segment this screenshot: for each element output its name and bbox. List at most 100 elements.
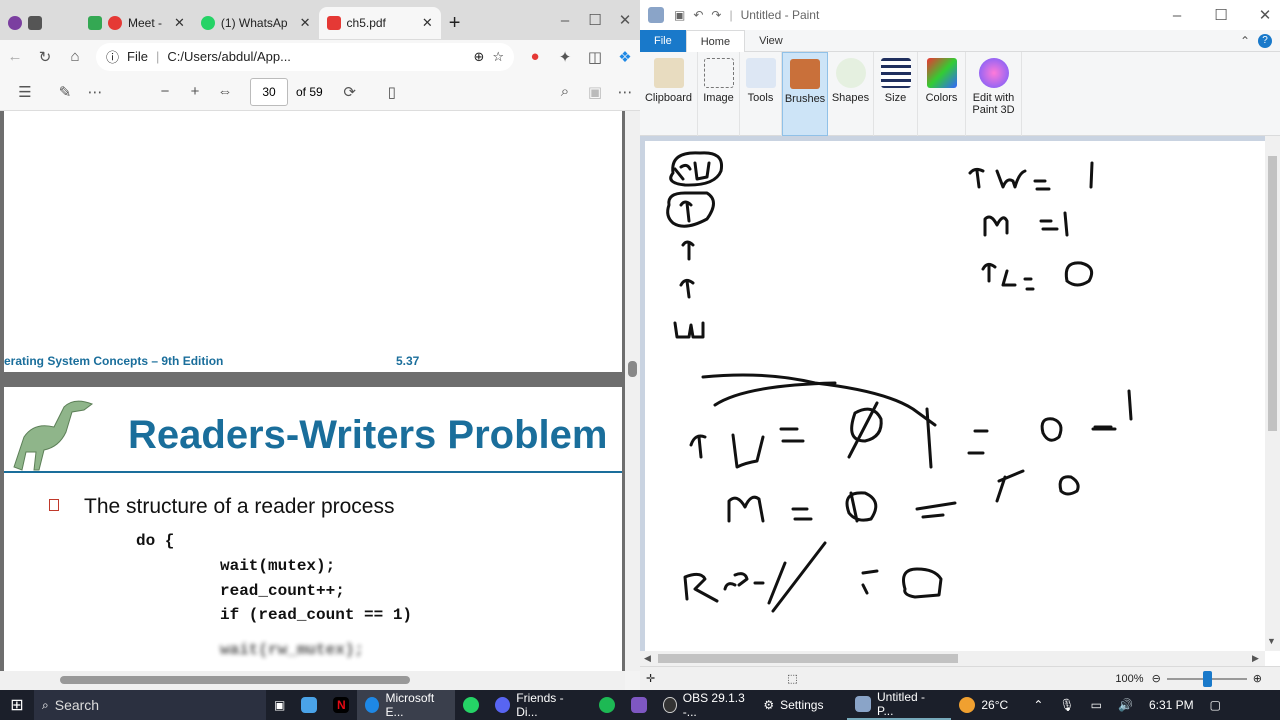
handwriting-strokes (666, 151, 1133, 613)
tab-view[interactable]: View (745, 30, 797, 52)
save-icon[interactable]: ▣ (580, 83, 610, 101)
close-icon[interactable]: ✕ (422, 15, 433, 31)
visual-studio-icon[interactable] (623, 690, 655, 720)
minimize-icon[interactable]: – (1162, 7, 1192, 24)
extensions-icon[interactable]: ✦ (550, 48, 580, 66)
code-line: if (read_count == 1) (220, 606, 413, 624)
tab-whatsapp[interactable]: (1) WhatsAp ✕ (193, 7, 319, 39)
scroll-thumb[interactable] (628, 361, 637, 377)
task-view-icon[interactable]: ▣ (266, 690, 293, 720)
profile-area[interactable] (0, 7, 80, 39)
canvas-horizontal-scrollbar[interactable]: ◀ ▶ (640, 651, 1265, 666)
scroll-thumb[interactable] (1268, 156, 1277, 431)
new-tab-button[interactable]: + (441, 7, 469, 39)
tab-file[interactable]: File (640, 29, 686, 52)
search-box[interactable]: ⌕ Search (34, 690, 266, 720)
collapse-ribbon-icon[interactable]: ⌃ (1240, 34, 1250, 48)
refresh-icon[interactable]: ↻ (30, 48, 60, 66)
taskbar-discord[interactable]: Friends - Di... (487, 690, 591, 720)
collections-icon[interactable]: ❖ (610, 48, 640, 66)
canvas-vertical-scrollbar[interactable]: ▼ (1265, 136, 1280, 651)
taskbar-paint[interactable]: Untitled - P... (847, 690, 952, 720)
scroll-right-icon[interactable]: ▶ (1252, 653, 1259, 664)
save-icon[interactable]: ▣ (674, 8, 685, 22)
start-button[interactable]: ⊞ (0, 690, 34, 720)
taskbar-settings[interactable]: ⚙ Settings (755, 690, 847, 720)
mail-icon[interactable] (293, 690, 325, 720)
clock[interactable]: 6:31 PM (1141, 690, 1202, 720)
close-icon[interactable]: ✕ (300, 15, 311, 31)
rotate-icon[interactable]: ⟳ (335, 83, 365, 101)
zoom-slider-thumb[interactable] (1202, 670, 1212, 687)
paint3d-group[interactable]: Edit with Paint 3D (966, 51, 1022, 136)
contents-icon[interactable]: ☰ (10, 83, 40, 101)
help-icon[interactable]: ? (1258, 33, 1272, 48)
clipboard-group[interactable]: Clipboard (640, 51, 698, 136)
brushes-group[interactable]: Brushes (782, 51, 828, 136)
size-icon (880, 57, 911, 88)
zoom-out-icon[interactable]: ⊖ (1152, 672, 1161, 685)
microphone-icon[interactable]: 🎙 (1051, 690, 1082, 720)
tab-home[interactable]: Home (685, 29, 746, 52)
tab-actions-icon[interactable] (28, 16, 42, 30)
extension-icon[interactable]: ● (520, 48, 550, 65)
drawing-canvas[interactable] (645, 141, 1265, 651)
favorite-icon[interactable]: ☆ (492, 49, 504, 65)
taskbar-edge[interactable]: Microsoft E... (357, 690, 456, 720)
scroll-left-icon[interactable]: ◀ (644, 653, 651, 664)
tools-group[interactable]: Tools (740, 51, 782, 136)
vertical-scrollbar[interactable] (625, 111, 640, 671)
scroll-thumb[interactable] (60, 676, 410, 684)
close-window-icon[interactable]: ✕ (1250, 6, 1280, 24)
more-icon[interactable]: ⋯ (610, 83, 640, 101)
zoom-slider[interactable] (1166, 670, 1247, 687)
close-icon[interactable]: ✕ (174, 15, 185, 31)
close-window-icon[interactable]: ✕ (610, 11, 640, 29)
page-number: 5.37 (396, 354, 420, 368)
volume-icon[interactable]: 🔊 (1110, 690, 1141, 720)
shapes-group[interactable]: Shapes (828, 51, 874, 136)
tab-pdf[interactable]: ch5.pdf ✕ (318, 7, 441, 39)
tab-meet[interactable]: Meet - ✕ (80, 7, 193, 39)
more-icon[interactable]: ⋯ (80, 83, 110, 101)
split-screen-icon[interactable]: ◫ (580, 48, 610, 66)
chevron-up-icon[interactable]: ⌃ (1025, 690, 1051, 720)
draw-icon[interactable]: ✎ (50, 83, 80, 101)
maximize-icon[interactable]: ☐ (580, 11, 610, 29)
scroll-thumb[interactable] (658, 654, 958, 663)
title-divider (4, 471, 622, 473)
spotify-icon[interactable] (591, 690, 623, 720)
image-group[interactable]: Image (698, 51, 740, 136)
network-icon[interactable]: ▭ (1083, 690, 1110, 720)
page-view-icon[interactable]: ▯ (377, 83, 407, 101)
whatsapp-icon[interactable] (455, 690, 487, 720)
maximize-icon[interactable]: ☐ (1206, 6, 1236, 24)
address-bar[interactable]: ⓘ File | C:/Users/abdul/App... ⊕ ☆ (96, 42, 514, 71)
minimize-icon[interactable]: – (550, 12, 580, 29)
size-group[interactable]: Size (874, 51, 918, 136)
browser-window: Meet - ✕ (1) WhatsAp ✕ ch5.pdf ✕ + – ☐ ✕… (0, 0, 640, 690)
tab-label: Meet - (128, 16, 163, 30)
netflix-icon[interactable]: N (325, 690, 357, 720)
zoom-in-icon[interactable]: ⊕ (1253, 672, 1262, 685)
pdf-viewer[interactable]: erating System Concepts – 9th Edition 5.… (0, 111, 625, 671)
zoom-in-icon[interactable]: + (180, 83, 210, 100)
back-icon[interactable]: ← (0, 48, 30, 65)
taskbar-obs[interactable]: OBS 29.1.3 -... (655, 690, 755, 720)
home-icon[interactable]: ⌂ (60, 48, 90, 65)
redo-icon[interactable]: ↷ (711, 8, 721, 22)
zoom-icon[interactable]: ⊕ (473, 49, 484, 65)
undo-icon[interactable]: ↶ (693, 8, 703, 22)
page-number-input[interactable]: 30 (250, 77, 288, 106)
horizontal-scrollbar[interactable] (0, 671, 625, 690)
scroll-down-icon[interactable]: ▼ (1267, 636, 1276, 646)
zoom-out-icon[interactable]: − (150, 83, 180, 100)
cursor-position-icon: ✛ (646, 673, 656, 685)
windows-icon: ⊞ (10, 697, 24, 714)
search-icon[interactable]: ⌕ (550, 83, 580, 100)
weather-widget[interactable]: 26°C (951, 690, 1025, 720)
fit-page-icon[interactable]: ⇔ (210, 83, 240, 100)
colors-group[interactable]: Colors (918, 51, 966, 136)
tab-label: ch5.pdf (346, 16, 386, 30)
notification-icon[interactable]: ▢ (1202, 690, 1229, 720)
